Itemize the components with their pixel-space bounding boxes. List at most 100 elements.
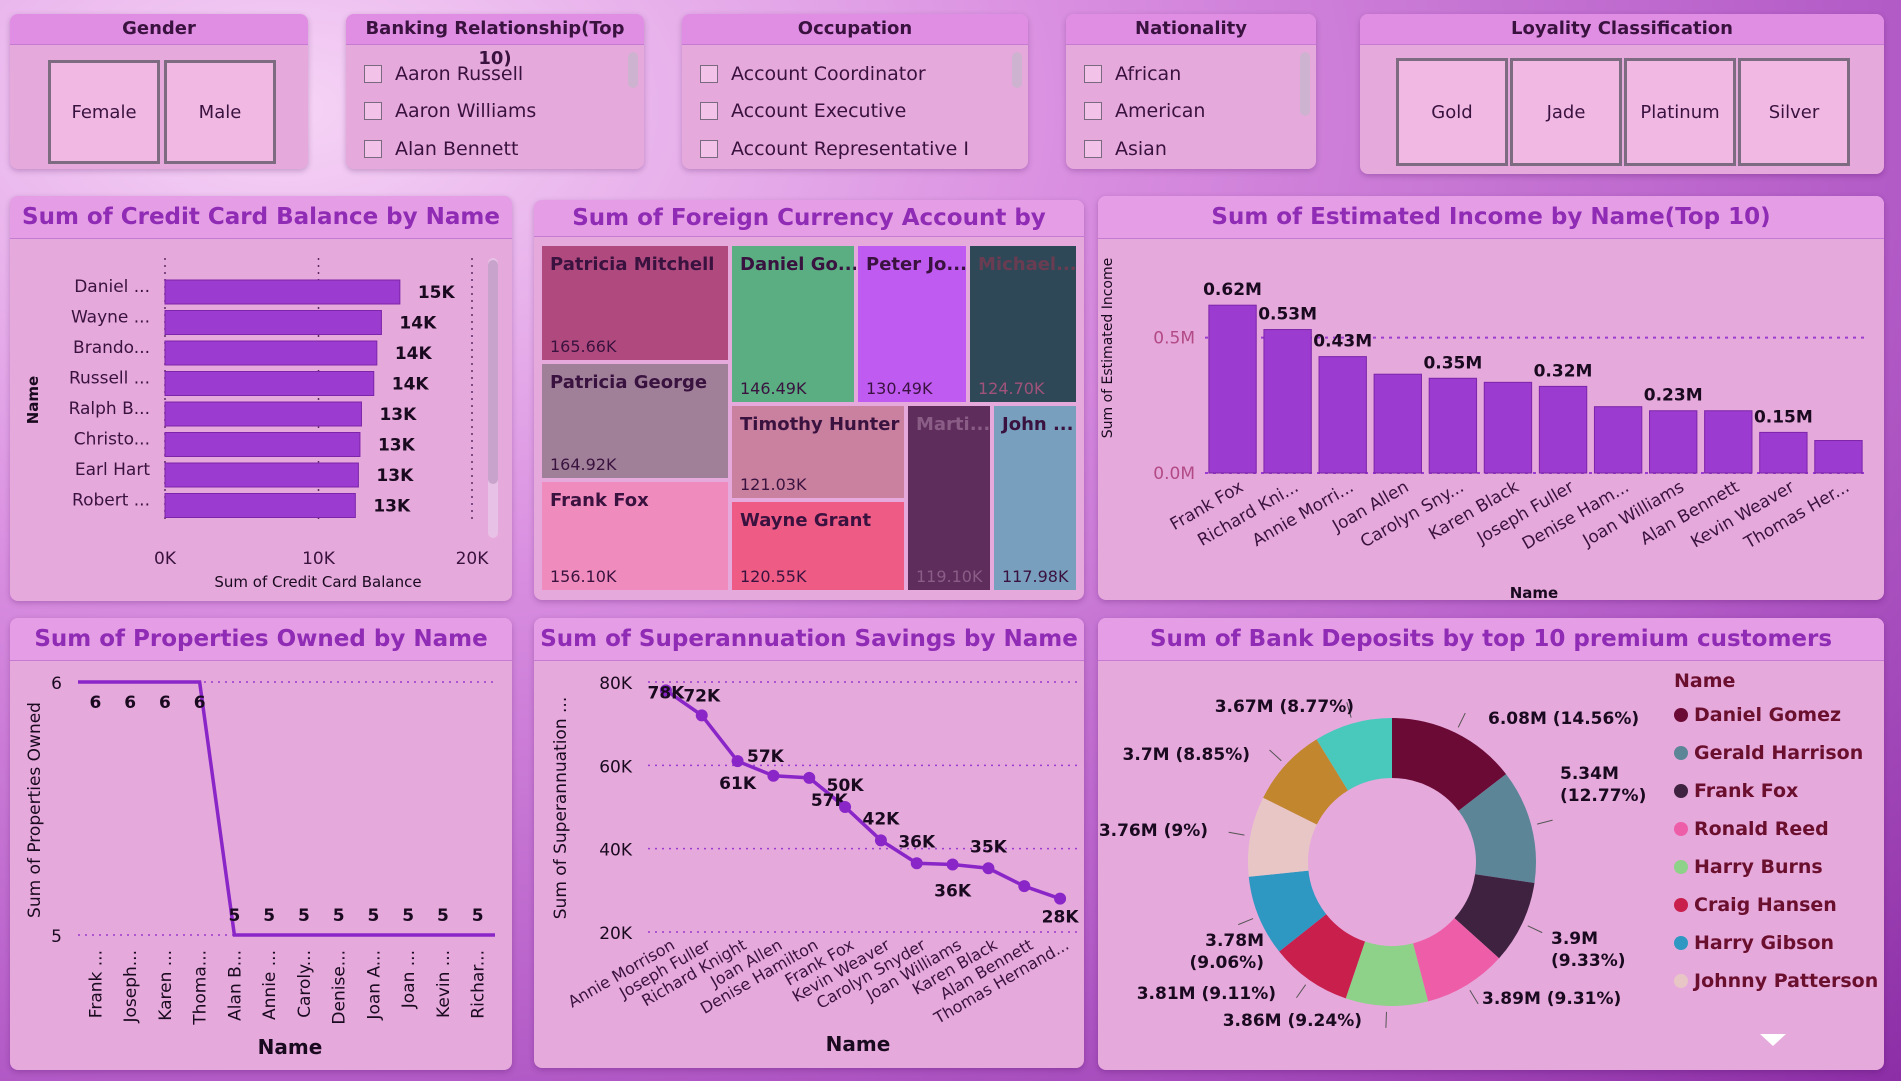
nationality-scrollbar[interactable] (1300, 52, 1310, 116)
nationality-option[interactable]: African (1084, 59, 1181, 89)
checkbox-icon[interactable] (700, 65, 718, 83)
treemap-cell-name: Wayne Grant (740, 510, 872, 531)
banking-option[interactable]: Aaron Russell (364, 59, 523, 89)
banking-slicer-title: Banking Relationship(Top 10) (346, 14, 644, 69)
treemap-cell-name: Timothy Hunter (740, 414, 900, 435)
treemap-cell[interactable]: Wayne Grant 120.55K (730, 500, 906, 592)
loyalty-slicer: Loyality Classification Gold Jade Platin… (1360, 14, 1884, 174)
treemap-cell[interactable]: Frank Fox 156.10K (540, 480, 730, 592)
checkbox-icon[interactable] (700, 102, 718, 120)
credit-card-title: Sum of Credit Card Balance by Name (10, 196, 512, 239)
treemap-cell[interactable]: Timothy Hunter 121.03K (730, 404, 906, 500)
gender-slicer-title: Gender (10, 14, 308, 45)
treemap-cell-value: 121.03K (740, 475, 807, 494)
treemap-cell-value: 164.92K (550, 455, 617, 474)
legend-item[interactable]: Harry Gibson (1674, 932, 1834, 954)
treemap-cell-value: 124.70K (978, 379, 1045, 398)
legend-swatch (1674, 822, 1688, 836)
banking-option[interactable]: Aaron Williams (364, 96, 536, 126)
legend-label: Ronald Reed (1694, 818, 1829, 840)
checkbox-icon[interactable] (364, 65, 382, 83)
legend-item[interactable]: Harry Burns (1674, 856, 1823, 878)
gender-slicer: Gender Female Male (10, 14, 308, 169)
credit-card-panel: Sum of Credit Card Balance by Name (10, 196, 512, 601)
legend-item[interactable]: Ronald Reed (1674, 818, 1829, 840)
deposits-title: Sum of Bank Deposits by top 10 premium c… (1098, 618, 1884, 661)
banking-option[interactable]: Alan Bennett (364, 134, 518, 164)
income-title: Sum of Estimated Income by Name(Top 10) (1098, 196, 1884, 239)
legend-label: Gerald Harrison (1694, 742, 1864, 764)
treemap-cell[interactable]: Patricia George 164.92K (540, 362, 730, 480)
treemap-cell[interactable]: Patricia Mitchell 165.66K (540, 244, 730, 362)
treemap-cell[interactable]: Peter Jo... 130.49K (856, 244, 968, 404)
legend-swatch (1674, 936, 1688, 950)
legend-item[interactable]: Craig Hansen (1674, 894, 1837, 916)
checkbox-icon[interactable] (1084, 102, 1102, 120)
legend-label: Craig Hansen (1694, 894, 1837, 916)
checkbox-icon[interactable] (700, 140, 718, 158)
treemap-cell[interactable]: Daniel Go... 146.49K (730, 244, 859, 404)
legend-swatch (1674, 784, 1688, 798)
legend-swatch (1674, 708, 1688, 722)
properties-panel: Sum of Properties Owned by Name (10, 618, 512, 1070)
occupation-option[interactable]: Account Representative I (700, 134, 969, 164)
legend-label: Johnny Patterson (1694, 970, 1879, 992)
treemap-cell-value: 130.49K (866, 379, 933, 398)
loyalty-gold-button[interactable]: Gold (1396, 58, 1508, 166)
legend-scroll-down-icon[interactable] (1760, 1034, 1786, 1046)
legend-swatch (1674, 860, 1688, 874)
legend-swatch (1674, 974, 1688, 988)
legend-swatch (1674, 898, 1688, 912)
nationality-option[interactable]: American (1084, 96, 1205, 126)
deposits-panel: Sum of Bank Deposits by top 10 premium c… (1098, 618, 1884, 1070)
loyalty-slicer-title: Loyality Classification (1360, 14, 1884, 45)
loyalty-jade-button[interactable]: Jade (1510, 58, 1622, 166)
legend-label: Daniel Gomez (1694, 704, 1842, 726)
treemap-cell-value: 146.49K (740, 379, 807, 398)
properties-title: Sum of Properties Owned by Name (10, 618, 512, 661)
banking-slicer: Banking Relationship(Top 10) Aaron Russe… (346, 14, 644, 169)
treemap-cell-name: Frank Fox (550, 490, 649, 511)
income-panel: Sum of Estimated Income by Name(Top 10) (1098, 196, 1884, 600)
legend-label: Frank Fox (1694, 780, 1799, 802)
treemap-cell-name: John ... (1002, 414, 1074, 435)
treemap-cell-name: Daniel Go... (740, 254, 859, 275)
banking-scrollbar[interactable] (628, 52, 638, 88)
treemap-cell-name: Marti... (916, 414, 991, 435)
treemap-cell[interactable]: Michael... 124.70K (968, 244, 1078, 404)
occupation-option[interactable]: Account Coordinator (700, 59, 926, 89)
gender-female-button[interactable]: Female (48, 60, 160, 164)
treemap-cell-value: 119.10K (916, 567, 983, 586)
checkbox-icon[interactable] (1084, 65, 1102, 83)
foreign-currency-treemap: Patricia Mitchell 165.66K Patricia George 1… (540, 244, 1080, 594)
treemap-cell[interactable]: Marti... 119.10K (906, 404, 992, 592)
legend-item[interactable]: Frank Fox (1674, 780, 1798, 802)
treemap-cell-name: Patricia Mitchell (550, 254, 715, 275)
treemap-cell-value: 156.10K (550, 567, 617, 586)
legend-label: Harry Gibson (1694, 932, 1835, 954)
treemap-cell-value: 165.66K (550, 337, 617, 356)
treemap-cell-value: 120.55K (740, 567, 807, 586)
loyalty-silver-button[interactable]: Silver (1738, 58, 1850, 166)
legend-item[interactable]: Daniel Gomez (1674, 704, 1841, 726)
nationality-option[interactable]: Asian (1084, 134, 1167, 164)
legend-item[interactable]: Johnny Patterson (1674, 970, 1878, 992)
occupation-option[interactable]: Account Executive (700, 96, 906, 126)
checkbox-icon[interactable] (364, 102, 382, 120)
occupation-slicer-title: Occupation (682, 14, 1028, 45)
treemap-cell-value: 117.98K (1002, 567, 1069, 586)
treemap-cell[interactable]: John ... 117.98K (992, 404, 1078, 592)
legend-label: Harry Burns (1694, 856, 1823, 878)
gender-male-button[interactable]: Male (164, 60, 276, 164)
checkbox-icon[interactable] (1084, 140, 1102, 158)
occupation-slicer: Occupation Account Coordinator Account E… (682, 14, 1028, 169)
deposits-legend-title: Name (1674, 670, 1736, 692)
treemap-cell-name: Peter Jo... (866, 254, 967, 275)
legend-item[interactable]: Gerald Harrison (1674, 742, 1863, 764)
treemap-cell-name: Patricia George (550, 372, 708, 393)
occupation-scrollbar[interactable] (1012, 52, 1022, 88)
foreign-currency-title: Sum of Foreign Currency Account by Name (534, 200, 1084, 267)
checkbox-icon[interactable] (364, 140, 382, 158)
treemap-cell-name: Michael... (978, 254, 1077, 275)
loyalty-platinum-button[interactable]: Platinum (1624, 58, 1736, 166)
